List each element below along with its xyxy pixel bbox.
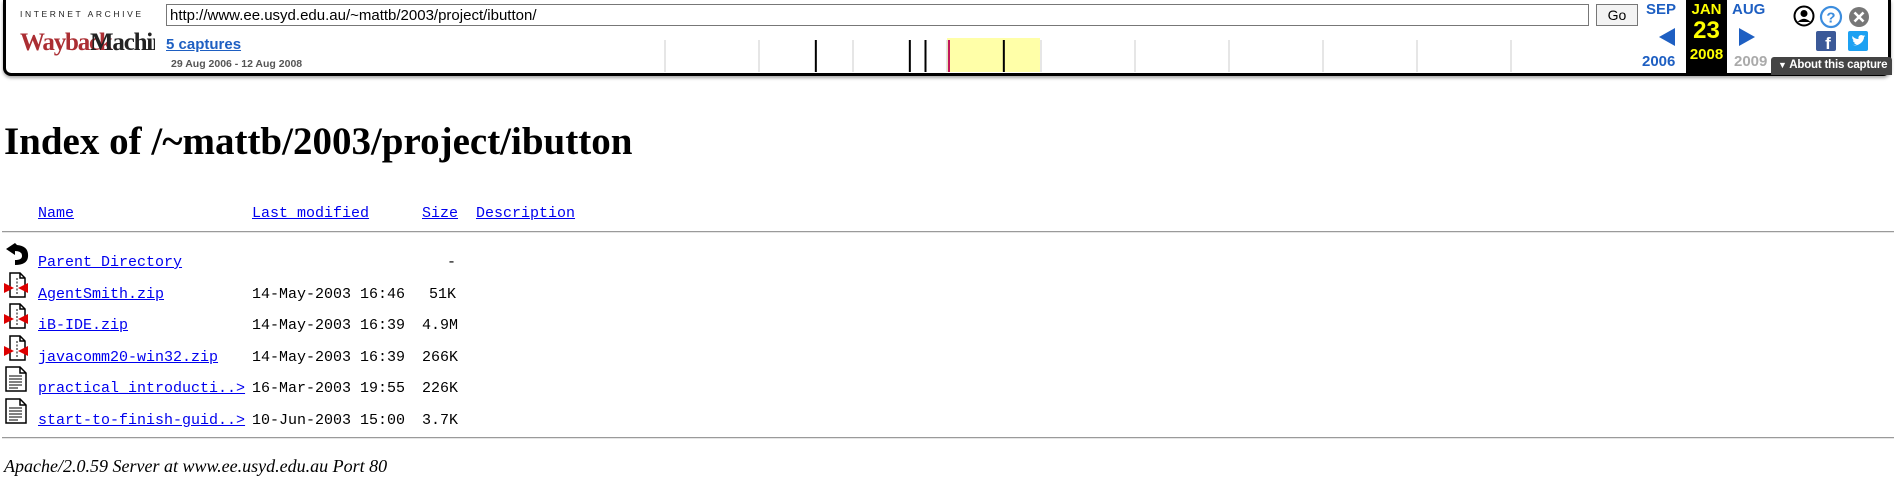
internet-archive-label: INTERNET ARCHIVE <box>20 9 144 19</box>
file-size: - <box>446 254 456 271</box>
sort-by-size-link[interactable]: Size <box>422 205 458 222</box>
text-file-icon <box>5 398 27 424</box>
about-capture-label: About this capture <box>1789 59 1888 71</box>
text-file-icon <box>5 366 27 392</box>
file-link[interactable]: start-to-finish-guid..> <box>38 412 245 429</box>
current-year: 2008 <box>1689 46 1724 63</box>
sparkline-capture-mark[interactable] <box>908 40 911 72</box>
chevron-down-icon: ▼ <box>1778 60 1787 70</box>
listing-top-divider <box>2 231 1894 233</box>
back-icon <box>6 243 29 265</box>
header-last-modified[interactable]: Last modified <box>252 205 369 222</box>
sort-by-name-link[interactable]: Name <box>38 205 74 222</box>
user-icon[interactable] <box>1793 5 1815 27</box>
file-modified: 14-May-2003 16:46 <box>252 286 406 303</box>
header-name[interactable]: Name <box>38 205 74 222</box>
compressed-file-icon <box>4 303 28 329</box>
svg-text:f: f <box>1825 34 1831 51</box>
file-size: 3.7K <box>422 412 459 429</box>
listing-bottom-divider <box>2 437 1894 439</box>
file-modified: 10-Jun-2003 15:00 <box>252 412 406 429</box>
capture-sparkline[interactable] <box>664 38 1604 72</box>
wayback-toolbar: INTERNET ARCHIVE Wayback Machine Go 5 ca… <box>3 0 1892 76</box>
next-year-label: 2009 <box>1734 53 1768 70</box>
file-modified: 16-Mar-2003 19:55 <box>252 380 406 397</box>
sparkline-capture-mark[interactable] <box>924 40 927 72</box>
file-link[interactable]: AgentSmith.zip <box>38 286 164 303</box>
current-capture-date: JAN 23 2008 <box>1686 0 1727 73</box>
compressed-file-icon <box>4 272 28 298</box>
prev-year-link[interactable]: 2006 <box>1642 53 1675 70</box>
sparkline-capture-mark[interactable] <box>814 40 817 72</box>
file-size: 226K <box>422 380 459 397</box>
next-capture-arrow-icon[interactable] <box>1739 28 1755 46</box>
prev-month-link[interactable]: SEP <box>1646 1 1676 18</box>
sort-by-modified-link[interactable]: Last modified <box>252 205 369 222</box>
close-icon[interactable] <box>1848 6 1870 28</box>
file-link[interactable]: iB-IDE.zip <box>38 317 128 334</box>
file-link[interactable]: Parent Directory <box>38 254 182 271</box>
go-button[interactable]: Go <box>1596 4 1638 26</box>
server-signature: Apache/2.0.59 Server at www.ee.usyd.edu.… <box>4 456 388 476</box>
header-size[interactable]: Size <box>422 205 458 222</box>
current-month: JAN <box>1691 1 1722 18</box>
svg-text:Machine: Machine <box>90 29 155 56</box>
file-modified: 14-May-2003 16:39 <box>252 349 406 366</box>
sparkline-capture-mark[interactable] <box>948 40 950 72</box>
header-description[interactable]: Description <box>476 205 575 222</box>
page-title: Index of /~mattb/2003/project/ibutton <box>4 120 633 163</box>
sparkline-current-year <box>947 38 1040 72</box>
facebook-icon[interactable]: f <box>1816 31 1836 51</box>
file-modified: 14-May-2003 16:39 <box>252 317 406 334</box>
about-capture-button[interactable]: ▼ About this capture <box>1771 57 1892 75</box>
sort-by-description-link[interactable]: Description <box>476 205 575 222</box>
captures-date-range: 29 Aug 2006 - 12 Aug 2008 <box>171 58 303 70</box>
file-size: 4.9M <box>422 317 459 334</box>
file-link[interactable]: practical_introducti..> <box>38 380 245 397</box>
file-size: 266K <box>422 349 459 366</box>
file-link[interactable]: javacomm20-win32.zip <box>38 349 218 366</box>
captures-link[interactable]: 5 captures <box>166 36 241 53</box>
svg-text:?: ? <box>1826 10 1835 27</box>
compressed-file-icon <box>4 335 28 361</box>
next-month-link[interactable]: AUG <box>1732 1 1765 18</box>
help-icon[interactable]: ? <box>1819 5 1843 29</box>
file-size: 51K <box>428 286 456 303</box>
twitter-icon[interactable] <box>1848 31 1868 51</box>
wayback-url-input[interactable] <box>166 4 1589 26</box>
wayback-machine-logo[interactable]: Wayback Machine <box>20 22 155 58</box>
current-day: 23 <box>1693 17 1720 44</box>
prev-capture-arrow-icon[interactable] <box>1659 28 1675 46</box>
sparkline-capture-mark[interactable] <box>1002 40 1005 72</box>
